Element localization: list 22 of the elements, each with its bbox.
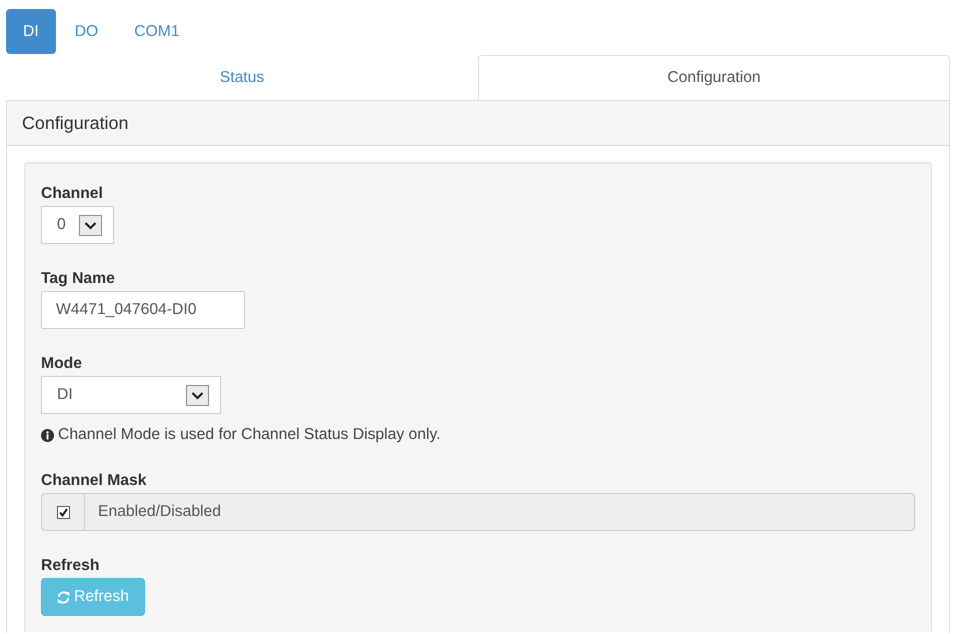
tab[interactable]: Configuration bbox=[478, 55, 950, 100]
tab[interactable]: Status bbox=[6, 55, 478, 100]
input-field[interactable]: W4471_047604-DI0 bbox=[41, 291, 245, 329]
checkbox[interactable] bbox=[56, 506, 70, 518]
dropdown[interactable]: 0 bbox=[41, 206, 114, 244]
pill-tab[interactable]: COM1 bbox=[117, 9, 197, 54]
refresh-button[interactable]: Refresh bbox=[41, 578, 145, 616]
field-label: Channel Mask bbox=[41, 471, 146, 491]
field-label: Channel bbox=[41, 184, 103, 204]
help-text: Channel Mode is used for Channel Status Display only. bbox=[58, 425, 441, 445]
field-label: Tag Name bbox=[41, 269, 115, 289]
dropdown[interactable]: DI bbox=[41, 376, 221, 414]
checkbox-caption: Enabled/Disabled bbox=[85, 493, 915, 531]
chevron-down-icon bbox=[186, 384, 209, 406]
info-icon bbox=[41, 428, 54, 442]
pill-tab[interactable]: DI bbox=[6, 9, 56, 54]
refresh-icon bbox=[57, 590, 70, 604]
pill-tab[interactable]: DO bbox=[58, 9, 116, 54]
chevron-down-icon bbox=[79, 214, 102, 236]
field-label: Mode bbox=[41, 354, 82, 374]
field-label: Refresh bbox=[41, 556, 100, 576]
panel-title: Configuration bbox=[7, 101, 949, 146]
